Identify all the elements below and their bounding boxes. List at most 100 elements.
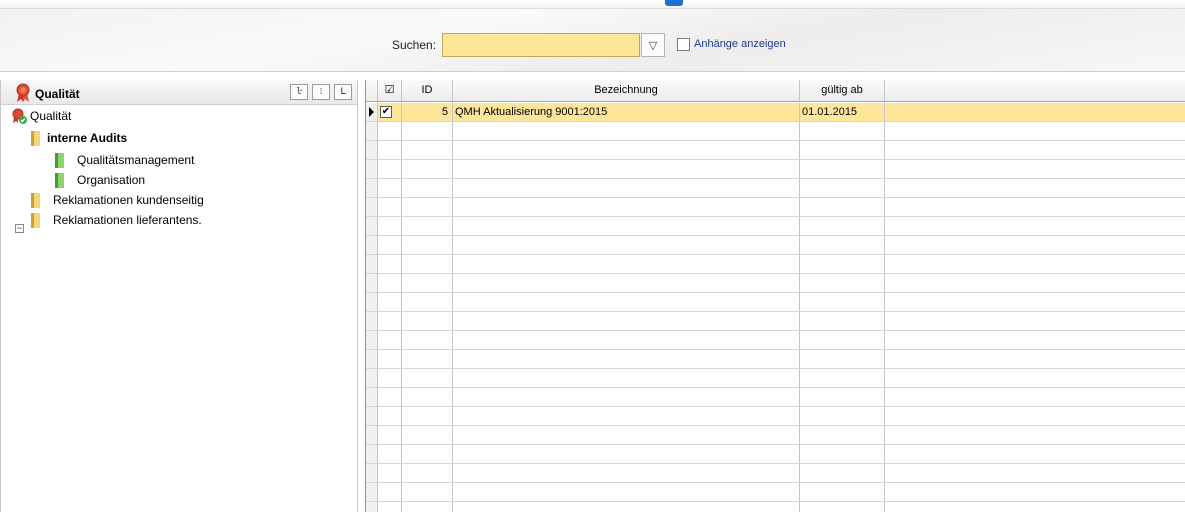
attachments-label[interactable]: Anhänge anzeigen [694,38,786,50]
id-cell[interactable] [402,179,453,197]
table-row[interactable] [366,312,1185,331]
collapse-toggle-icon[interactable]: − [15,224,24,233]
bezeichnung-cell[interactable] [453,483,800,501]
check-cell[interactable] [378,141,402,159]
table-row[interactable] [366,407,1185,426]
check-cell[interactable] [378,179,402,197]
gueltig-ab-cell[interactable] [800,350,885,368]
gueltig-ab-cell[interactable] [800,369,885,387]
check-cell[interactable]: ✔ [378,103,402,121]
id-cell[interactable] [402,293,453,311]
gueltig-ab-cell[interactable] [800,122,885,140]
gueltig-ab-cell[interactable] [800,464,885,482]
column-header-gueltig-ab[interactable]: gültig ab [800,80,885,101]
check-cell[interactable] [378,407,402,425]
bezeichnung-cell[interactable]: QMH Aktualisierung 9001:2015 [453,103,800,121]
bezeichnung-cell[interactable] [453,293,800,311]
gueltig-ab-cell[interactable] [800,236,885,254]
bezeichnung-cell[interactable] [453,236,800,254]
id-cell[interactable] [402,122,453,140]
table-row[interactable] [366,369,1185,388]
table-row[interactable] [366,217,1185,236]
table-row[interactable] [366,426,1185,445]
tree-view-button[interactable]: ᒪ [334,84,352,100]
check-cell[interactable] [378,369,402,387]
table-row[interactable] [366,331,1185,350]
gueltig-ab-cell[interactable] [800,274,885,292]
id-cell[interactable] [402,274,453,292]
gueltig-ab-cell[interactable] [800,388,885,406]
check-cell[interactable] [378,122,402,140]
bezeichnung-cell[interactable] [453,445,800,463]
id-cell[interactable] [402,312,453,330]
gueltig-ab-cell[interactable] [800,407,885,425]
gueltig-ab-cell[interactable] [800,445,885,463]
table-row[interactable] [366,198,1185,217]
bezeichnung-cell[interactable] [453,502,800,512]
check-cell[interactable] [378,331,402,349]
bezeichnung-cell[interactable] [453,217,800,235]
id-cell[interactable] [402,141,453,159]
table-row[interactable] [366,464,1185,483]
table-row[interactable] [366,483,1185,502]
collapse-all-button[interactable]: ⁝ [312,84,330,100]
id-cell[interactable] [402,369,453,387]
gueltig-ab-cell[interactable] [800,179,885,197]
bezeichnung-cell[interactable] [453,464,800,482]
table-row[interactable]: ✔ 5 QMH Aktualisierung 9001:2015 01.01.2015 [366,103,1185,122]
check-cell[interactable] [378,217,402,235]
table-row[interactable] [366,236,1185,255]
table-row[interactable] [366,274,1185,293]
gueltig-ab-cell[interactable] [800,217,885,235]
gueltig-ab-cell[interactable] [800,255,885,273]
table-row[interactable] [366,502,1185,512]
bezeichnung-cell[interactable] [453,331,800,349]
gueltig-ab-cell[interactable] [800,331,885,349]
column-header-id[interactable]: ID [402,80,453,101]
table-row[interactable] [366,122,1185,141]
bezeichnung-cell[interactable] [453,255,800,273]
bezeichnung-cell[interactable] [453,160,800,178]
gueltig-ab-cell[interactable] [800,312,885,330]
check-cell[interactable] [378,483,402,501]
id-cell[interactable] [402,426,453,444]
check-cell[interactable] [378,255,402,273]
check-cell[interactable] [378,312,402,330]
bezeichnung-cell[interactable] [453,122,800,140]
id-cell[interactable] [402,331,453,349]
id-cell[interactable] [402,198,453,216]
gueltig-ab-cell[interactable] [800,141,885,159]
bezeichnung-cell[interactable] [453,274,800,292]
id-cell[interactable] [402,255,453,273]
check-cell[interactable] [378,445,402,463]
bezeichnung-cell[interactable] [453,198,800,216]
table-row[interactable] [366,293,1185,312]
check-cell[interactable] [378,426,402,444]
gueltig-ab-cell[interactable] [800,198,885,216]
check-cell[interactable] [378,236,402,254]
bezeichnung-cell[interactable] [453,426,800,444]
bezeichnung-cell[interactable] [453,350,800,368]
table-row[interactable] [366,255,1185,274]
gueltig-ab-cell[interactable] [800,483,885,501]
check-cell[interactable] [378,160,402,178]
check-cell[interactable] [378,388,402,406]
check-cell[interactable] [378,198,402,216]
id-cell[interactable] [402,236,453,254]
id-cell[interactable] [402,502,453,512]
id-cell[interactable] [402,464,453,482]
expand-all-button[interactable]: ŀ [290,84,308,100]
bezeichnung-cell[interactable] [453,141,800,159]
id-cell[interactable] [402,350,453,368]
check-cell[interactable] [378,502,402,512]
search-input[interactable] [442,33,640,57]
id-cell[interactable] [402,407,453,425]
gueltig-ab-cell[interactable] [800,160,885,178]
bezeichnung-cell[interactable] [453,407,800,425]
id-cell[interactable] [402,160,453,178]
gueltig-ab-cell[interactable]: 01.01.2015 [800,103,885,121]
check-cell[interactable] [378,464,402,482]
bezeichnung-cell[interactable] [453,388,800,406]
id-cell[interactable] [402,388,453,406]
gueltig-ab-cell[interactable] [800,502,885,512]
